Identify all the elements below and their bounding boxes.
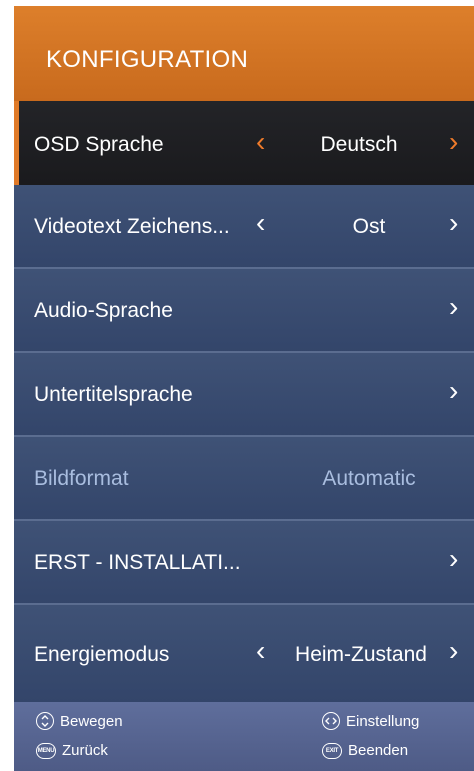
menu-item-value: Deutsch	[320, 133, 398, 156]
menu-item-bildformat: Bildformat Automatic	[14, 437, 474, 521]
menu-item-label: Untertitelsprache	[34, 383, 193, 406]
hint-setting: Einstellung	[322, 712, 419, 730]
menu-header: KONFIGURATION	[14, 6, 474, 101]
configuration-menu-panel: KONFIGURATION OSD Sprache ‹ Deutsch › Vi…	[14, 6, 474, 771]
chevron-right-icon[interactable]: ›	[449, 209, 458, 237]
chevron-right-icon[interactable]: ›	[449, 128, 458, 156]
up-down-navigation-icon	[36, 712, 54, 730]
chevron-left-icon[interactable]: ‹	[256, 209, 265, 237]
menu-key-icon: MENU	[36, 742, 56, 759]
chevron-left-icon[interactable]: ‹	[256, 637, 265, 665]
chevron-right-icon[interactable]: ›	[449, 545, 458, 573]
menu-item-value: Heim-Zustand	[295, 643, 427, 666]
menu-item-label: Videotext Zeichens...	[34, 215, 230, 238]
menu-item-energiemodus[interactable]: Energiemodus ‹ Heim-Zustand ›	[14, 605, 474, 702]
left-right-navigation-icon	[322, 712, 340, 730]
exit-key-icon: EXIT	[322, 742, 342, 759]
hint-move: Bewegen	[36, 712, 123, 730]
selection-indicator	[14, 101, 19, 185]
menu-item-label: Bildformat	[34, 467, 129, 490]
menu-item-videotext-zeichensatz[interactable]: Videotext Zeichens... ‹ Ost ›	[14, 185, 474, 269]
hint-setting-label: Einstellung	[346, 712, 420, 730]
menu-item-label: ERST - INSTALLATI...	[34, 551, 241, 574]
chevron-right-icon[interactable]: ›	[449, 293, 458, 321]
hint-exit: EXIT Beenden	[322, 742, 408, 759]
chevron-left-icon[interactable]: ‹	[256, 128, 265, 156]
menu-item-osd-sprache[interactable]: OSD Sprache ‹ Deutsch ›	[14, 101, 474, 185]
menu-item-audio-sprache[interactable]: Audio-Sprache ›	[14, 269, 474, 353]
hint-exit-label: Beenden	[348, 742, 409, 759]
menu-item-value: Ost	[352, 215, 386, 238]
hint-back: MENU Zurück	[36, 742, 108, 759]
menu-item-label: Energiemodus	[34, 643, 170, 666]
menu-item-erst-installation[interactable]: ERST - INSTALLATI... ›	[14, 521, 474, 605]
menu-item-untertitelsprache[interactable]: Untertitelsprache ›	[14, 353, 474, 437]
menu-item-label: Audio-Sprache	[34, 299, 173, 322]
menu-item-label: OSD Sprache	[34, 133, 164, 156]
hint-back-label: Zurück	[62, 742, 108, 759]
chevron-right-icon[interactable]: ›	[449, 377, 458, 405]
chevron-right-icon[interactable]: ›	[449, 637, 458, 665]
footer-hints: Bewegen Einstellung MENU Zurück EXIT Bee…	[14, 702, 474, 771]
hint-move-label: Bewegen	[60, 712, 123, 730]
menu-item-value: Automatic	[322, 467, 416, 490]
menu-title: KONFIGURATION	[46, 46, 249, 73]
